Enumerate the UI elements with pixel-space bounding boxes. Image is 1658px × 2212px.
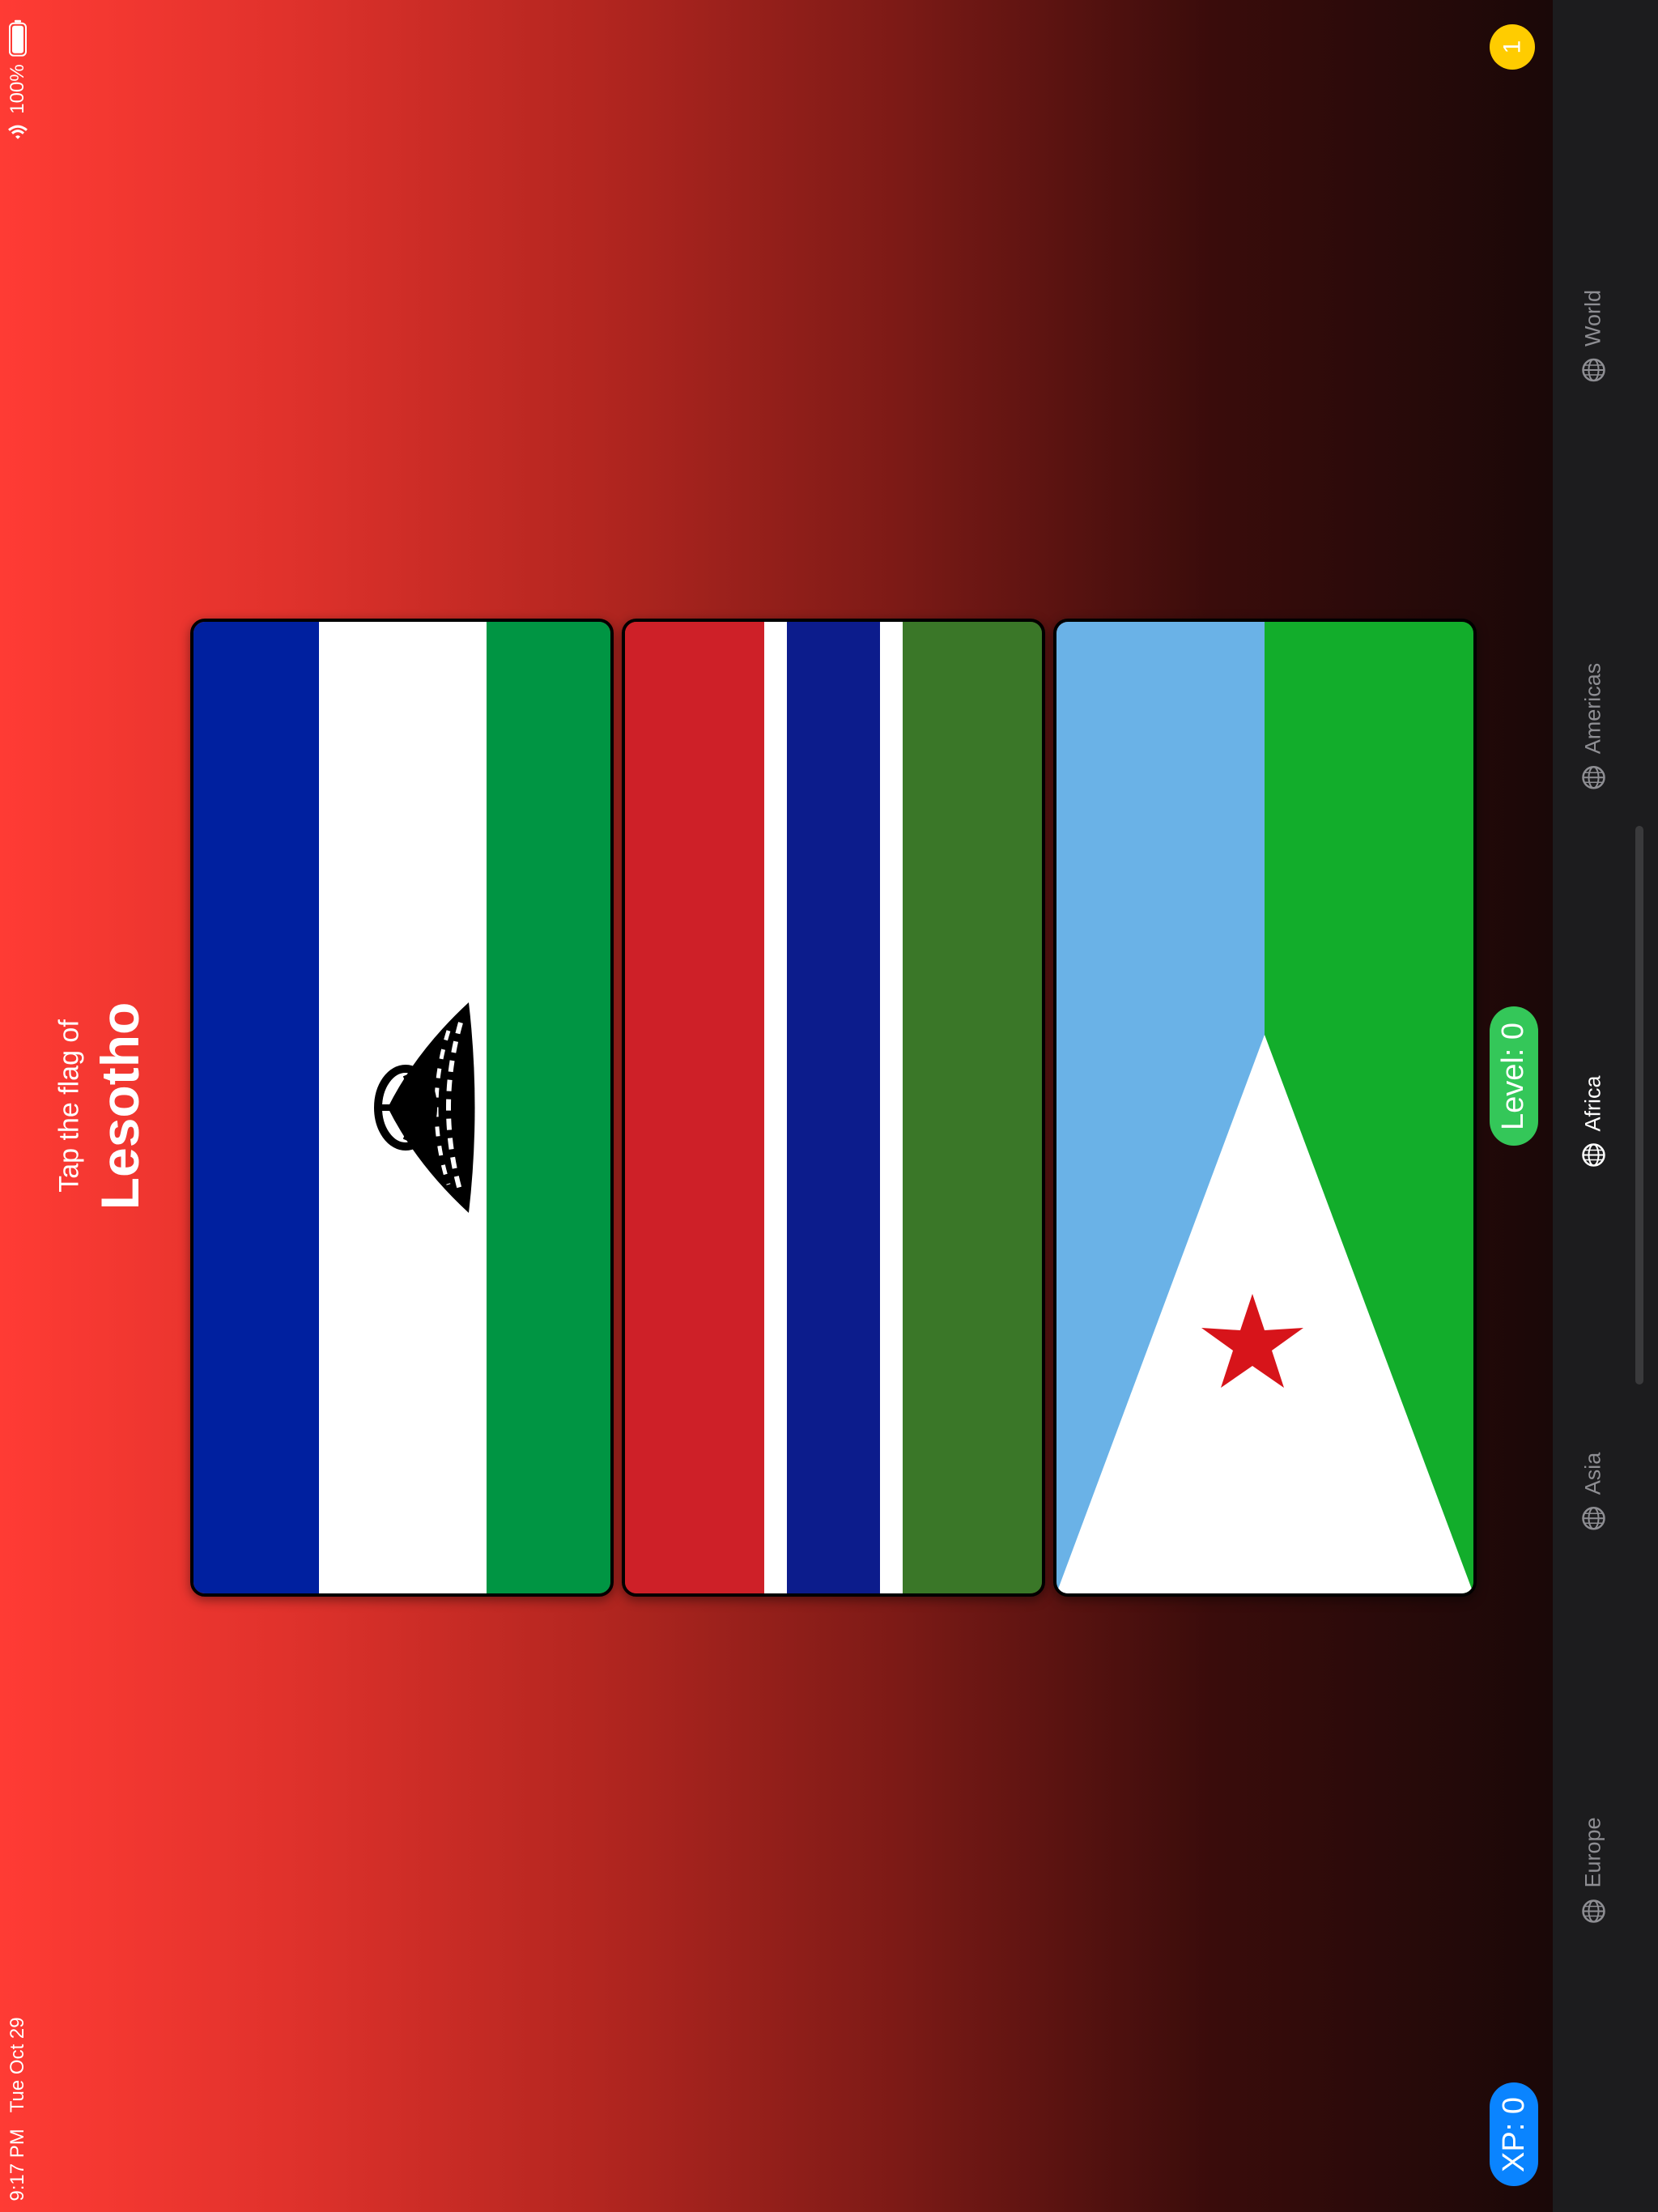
globe-icon bbox=[1581, 1143, 1605, 1167]
tab-africa-label: Africa bbox=[1580, 1075, 1605, 1132]
tab-americas[interactable]: Americas bbox=[1581, 663, 1606, 790]
djibouti-flag-image bbox=[1056, 622, 1473, 1593]
tab-americas-label: Americas bbox=[1580, 662, 1605, 755]
tab-asia[interactable]: Asia bbox=[1581, 1453, 1606, 1531]
tab-world[interactable]: World bbox=[1581, 290, 1606, 382]
globe-icon bbox=[1581, 358, 1605, 382]
coin-count: 1 bbox=[1499, 40, 1525, 54]
tab-world-label: World bbox=[1580, 289, 1605, 347]
prompt-instruction: Tap the flag of bbox=[53, 1019, 85, 1193]
xp-badge: XP: 0 bbox=[1490, 2082, 1538, 2186]
status-time: 9:17 PM bbox=[6, 2129, 28, 2201]
gambia-flag-image bbox=[625, 622, 1042, 1593]
xp-label: XP: 0 bbox=[1496, 2096, 1531, 2172]
scrollbar[interactable] bbox=[1635, 826, 1643, 1385]
status-time-date: 9:17 PM Tue Oct 29 bbox=[6, 2017, 29, 2201]
flag-option-djibouti[interactable] bbox=[1053, 619, 1477, 1597]
level-label: Level: 0 bbox=[1496, 1022, 1531, 1130]
status-date: Tue Oct 29 bbox=[6, 2017, 28, 2113]
prompt-country: Lesotho bbox=[90, 1002, 150, 1210]
globe-icon bbox=[1581, 1899, 1605, 1923]
wifi-icon bbox=[8, 125, 28, 139]
battery-icon bbox=[9, 19, 27, 57]
lesotho-flag-image bbox=[193, 622, 610, 1593]
globe-icon bbox=[1581, 766, 1605, 789]
flag-option-lesotho[interactable] bbox=[190, 619, 614, 1597]
status-right: 100% bbox=[6, 19, 29, 143]
level-badge: Level: 0 bbox=[1490, 1006, 1538, 1146]
flag-option-gambia[interactable] bbox=[622, 619, 1045, 1597]
battery-percent: 100% bbox=[6, 64, 28, 114]
coin-badge[interactable]: 1 bbox=[1490, 24, 1535, 70]
tab-europe[interactable]: Europe bbox=[1581, 1817, 1606, 1923]
tab-asia-label: Asia bbox=[1580, 1452, 1605, 1495]
tab-africa[interactable]: Africa bbox=[1581, 1075, 1606, 1167]
tab-europe-label: Europe bbox=[1580, 1817, 1605, 1888]
globe-icon bbox=[1581, 1507, 1605, 1530]
